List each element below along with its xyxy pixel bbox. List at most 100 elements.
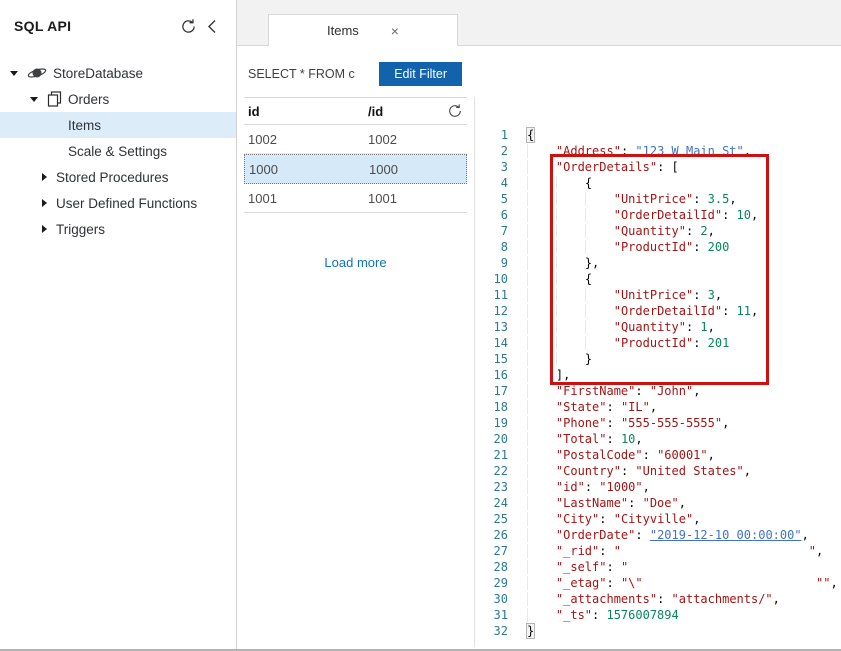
- editor-line[interactable]: 7 "Quantity": 2,: [475, 223, 841, 239]
- code-text: "Quantity": 1,: [521, 319, 715, 335]
- editor-line[interactable]: 25 "City": "Cityville",: [475, 511, 841, 527]
- query-bar: SELECT * FROM c Edit Filter: [237, 46, 474, 86]
- editor-line[interactable]: 27 "_rid": " ",: [475, 543, 841, 559]
- database-icon: [27, 65, 47, 81]
- code-text: "OrderDetailId": 11,: [521, 303, 759, 319]
- editor-line[interactable]: 13 "Quantity": 1,: [475, 319, 841, 335]
- sidebar-item-label: User Defined Functions: [56, 195, 198, 211]
- editor-line[interactable]: 31 "_ts": 1576007894: [475, 607, 841, 623]
- code-text: "_rid": " ",: [521, 543, 823, 559]
- editor-line[interactable]: 22 "Country": "United States",: [475, 463, 841, 479]
- caret-right-icon[interactable]: [42, 199, 47, 207]
- json-editor-lines: 1{2 "Address": "123 W Main St", 3 "OrderD…: [475, 46, 841, 639]
- sidebar-item-triggers[interactable]: Triggers: [0, 216, 236, 242]
- documents-table-header: id /id: [244, 97, 467, 125]
- line-number: 3: [500, 160, 508, 174]
- line-number: 7: [500, 224, 508, 238]
- caret-right-icon[interactable]: [42, 173, 47, 181]
- sidebar-header: SQL API: [0, 0, 236, 36]
- document-partition-id: 1001: [368, 190, 397, 206]
- line-number: 30: [493, 592, 508, 606]
- sidebar-item-scale-settings[interactable]: Scale & Settings: [0, 138, 236, 164]
- editor-line[interactable]: 17 "FirstName": "John",: [475, 383, 841, 399]
- editor-line[interactable]: 15 }: [475, 351, 841, 367]
- code-text: "Phone": "555-555-5555",: [521, 415, 729, 431]
- caret-down-icon[interactable]: [10, 70, 18, 76]
- code-text: "UnitPrice": 3,: [521, 287, 722, 303]
- code-text: "State": "IL",: [521, 399, 657, 415]
- editor-line[interactable]: 10 {: [475, 271, 841, 287]
- editor-line[interactable]: 28 "_self": ": [475, 559, 841, 575]
- caret-right-icon[interactable]: [42, 225, 47, 233]
- editor-line[interactable]: 5 "UnitPrice": 3.5,: [475, 191, 841, 207]
- editor-line[interactable]: 19 "Phone": "555-555-5555",: [475, 415, 841, 431]
- editor-line[interactable]: 14 "ProductId": 201: [475, 335, 841, 351]
- code-text: "ProductId": 201: [521, 335, 730, 351]
- query-text: SELECT * FROM c: [248, 67, 355, 81]
- editor-line[interactable]: 20 "Total": 10,: [475, 431, 841, 447]
- document-row-selected[interactable]: 1000 1000: [244, 154, 467, 184]
- document-row[interactable]: 1002 1002: [244, 125, 467, 154]
- editor-line[interactable]: 29 "_etag": "\" "",: [475, 575, 841, 591]
- code-text: "FirstName": "John",: [521, 383, 701, 399]
- sidebar-item-stored-procedures[interactable]: Stored Procedures: [0, 164, 236, 190]
- editor-line[interactable]: 3 "OrderDetails": [: [475, 159, 841, 175]
- editor-line[interactable]: 16 ],: [475, 367, 841, 383]
- collection-label: Orders: [68, 91, 110, 107]
- edit-filter-button[interactable]: Edit Filter: [379, 62, 462, 86]
- editor-line[interactable]: 6 "OrderDetailId": 10,: [475, 207, 841, 223]
- collapse-panel-icon[interactable]: [200, 16, 224, 36]
- code-text: "OrderDate": "2019-12-10 00:00:00",: [521, 527, 809, 543]
- editor-line[interactable]: 26 "OrderDate": "2019-12-10 00:00:00",: [475, 527, 841, 543]
- editor-line[interactable]: 30 "_attachments": "attachments/",: [475, 591, 841, 607]
- editor-line[interactable]: 12 "OrderDetailId": 11,: [475, 303, 841, 319]
- tree-node-collection[interactable]: Orders: [0, 86, 236, 112]
- code-text: "id": "1000",: [521, 479, 650, 495]
- editor-line[interactable]: 23 "id": "1000",: [475, 479, 841, 495]
- editor-line[interactable]: 21 "PostalCode": "60001",: [475, 447, 841, 463]
- line-number: 16: [493, 368, 508, 382]
- document-id: 1001: [248, 190, 277, 206]
- column-header-partition-id: /id: [368, 103, 384, 119]
- code-text: "Country": "United States",: [521, 463, 751, 479]
- sidebar-item-label: Scale & Settings: [68, 143, 168, 159]
- line-number: 9: [500, 256, 508, 270]
- code-text: "_etag": "\" "",: [521, 575, 838, 591]
- code-text: }: [525, 623, 536, 639]
- line-number: 24: [493, 496, 508, 510]
- code-text: "OrderDetails": [: [521, 159, 679, 175]
- panel-divider[interactable]: [474, 97, 475, 647]
- documents-panel: SELECT * FROM c Edit Filter id /id 1002 …: [237, 46, 474, 647]
- code-text: {: [525, 127, 536, 143]
- refresh-icon[interactable]: [176, 16, 200, 36]
- editor-line[interactable]: 24 "LastName": "Doe",: [475, 495, 841, 511]
- tab-items[interactable]: Items ×: [268, 14, 458, 46]
- caret-down-icon[interactable]: [30, 96, 38, 102]
- tree-node-database[interactable]: StoreDatabase: [0, 60, 236, 86]
- line-number: 22: [493, 464, 508, 478]
- document-row[interactable]: 1001 1001: [244, 184, 467, 213]
- code-text: "Address": "123 W Main St",: [521, 143, 751, 159]
- load-more-link[interactable]: Load more: [237, 255, 474, 270]
- sidebar-item-user-defined-functions[interactable]: User Defined Functions: [0, 190, 236, 216]
- editor-line[interactable]: 9 },: [475, 255, 841, 271]
- code-text: "_ts": 1576007894: [521, 607, 679, 623]
- editor-line[interactable]: 1{: [475, 127, 841, 143]
- close-tab-icon[interactable]: ×: [391, 24, 399, 38]
- documents-table: id /id 1002 1002 1000 1000 1001 1001: [244, 97, 467, 213]
- refresh-documents-icon[interactable]: [447, 103, 467, 119]
- line-number: 31: [493, 608, 508, 622]
- editor-line[interactable]: 2 "Address": "123 W Main St",: [475, 143, 841, 159]
- line-number: 19: [493, 416, 508, 430]
- editor-line[interactable]: 32}: [475, 623, 841, 639]
- line-number: 21: [493, 448, 508, 462]
- editor-line[interactable]: 18 "State": "IL",: [475, 399, 841, 415]
- editor-line[interactable]: 8 "ProductId": 200: [475, 239, 841, 255]
- column-header-id: id: [248, 103, 260, 119]
- editor-line[interactable]: 4 {: [475, 175, 841, 191]
- sidebar-item-label: Items: [68, 117, 102, 133]
- editor-line[interactable]: 11 "UnitPrice": 3,: [475, 287, 841, 303]
- sidebar-item-items[interactable]: Items: [0, 112, 236, 138]
- json-editor[interactable]: 1{2 "Address": "123 W Main St", 3 "OrderD…: [475, 46, 841, 647]
- line-number: 17: [493, 384, 508, 398]
